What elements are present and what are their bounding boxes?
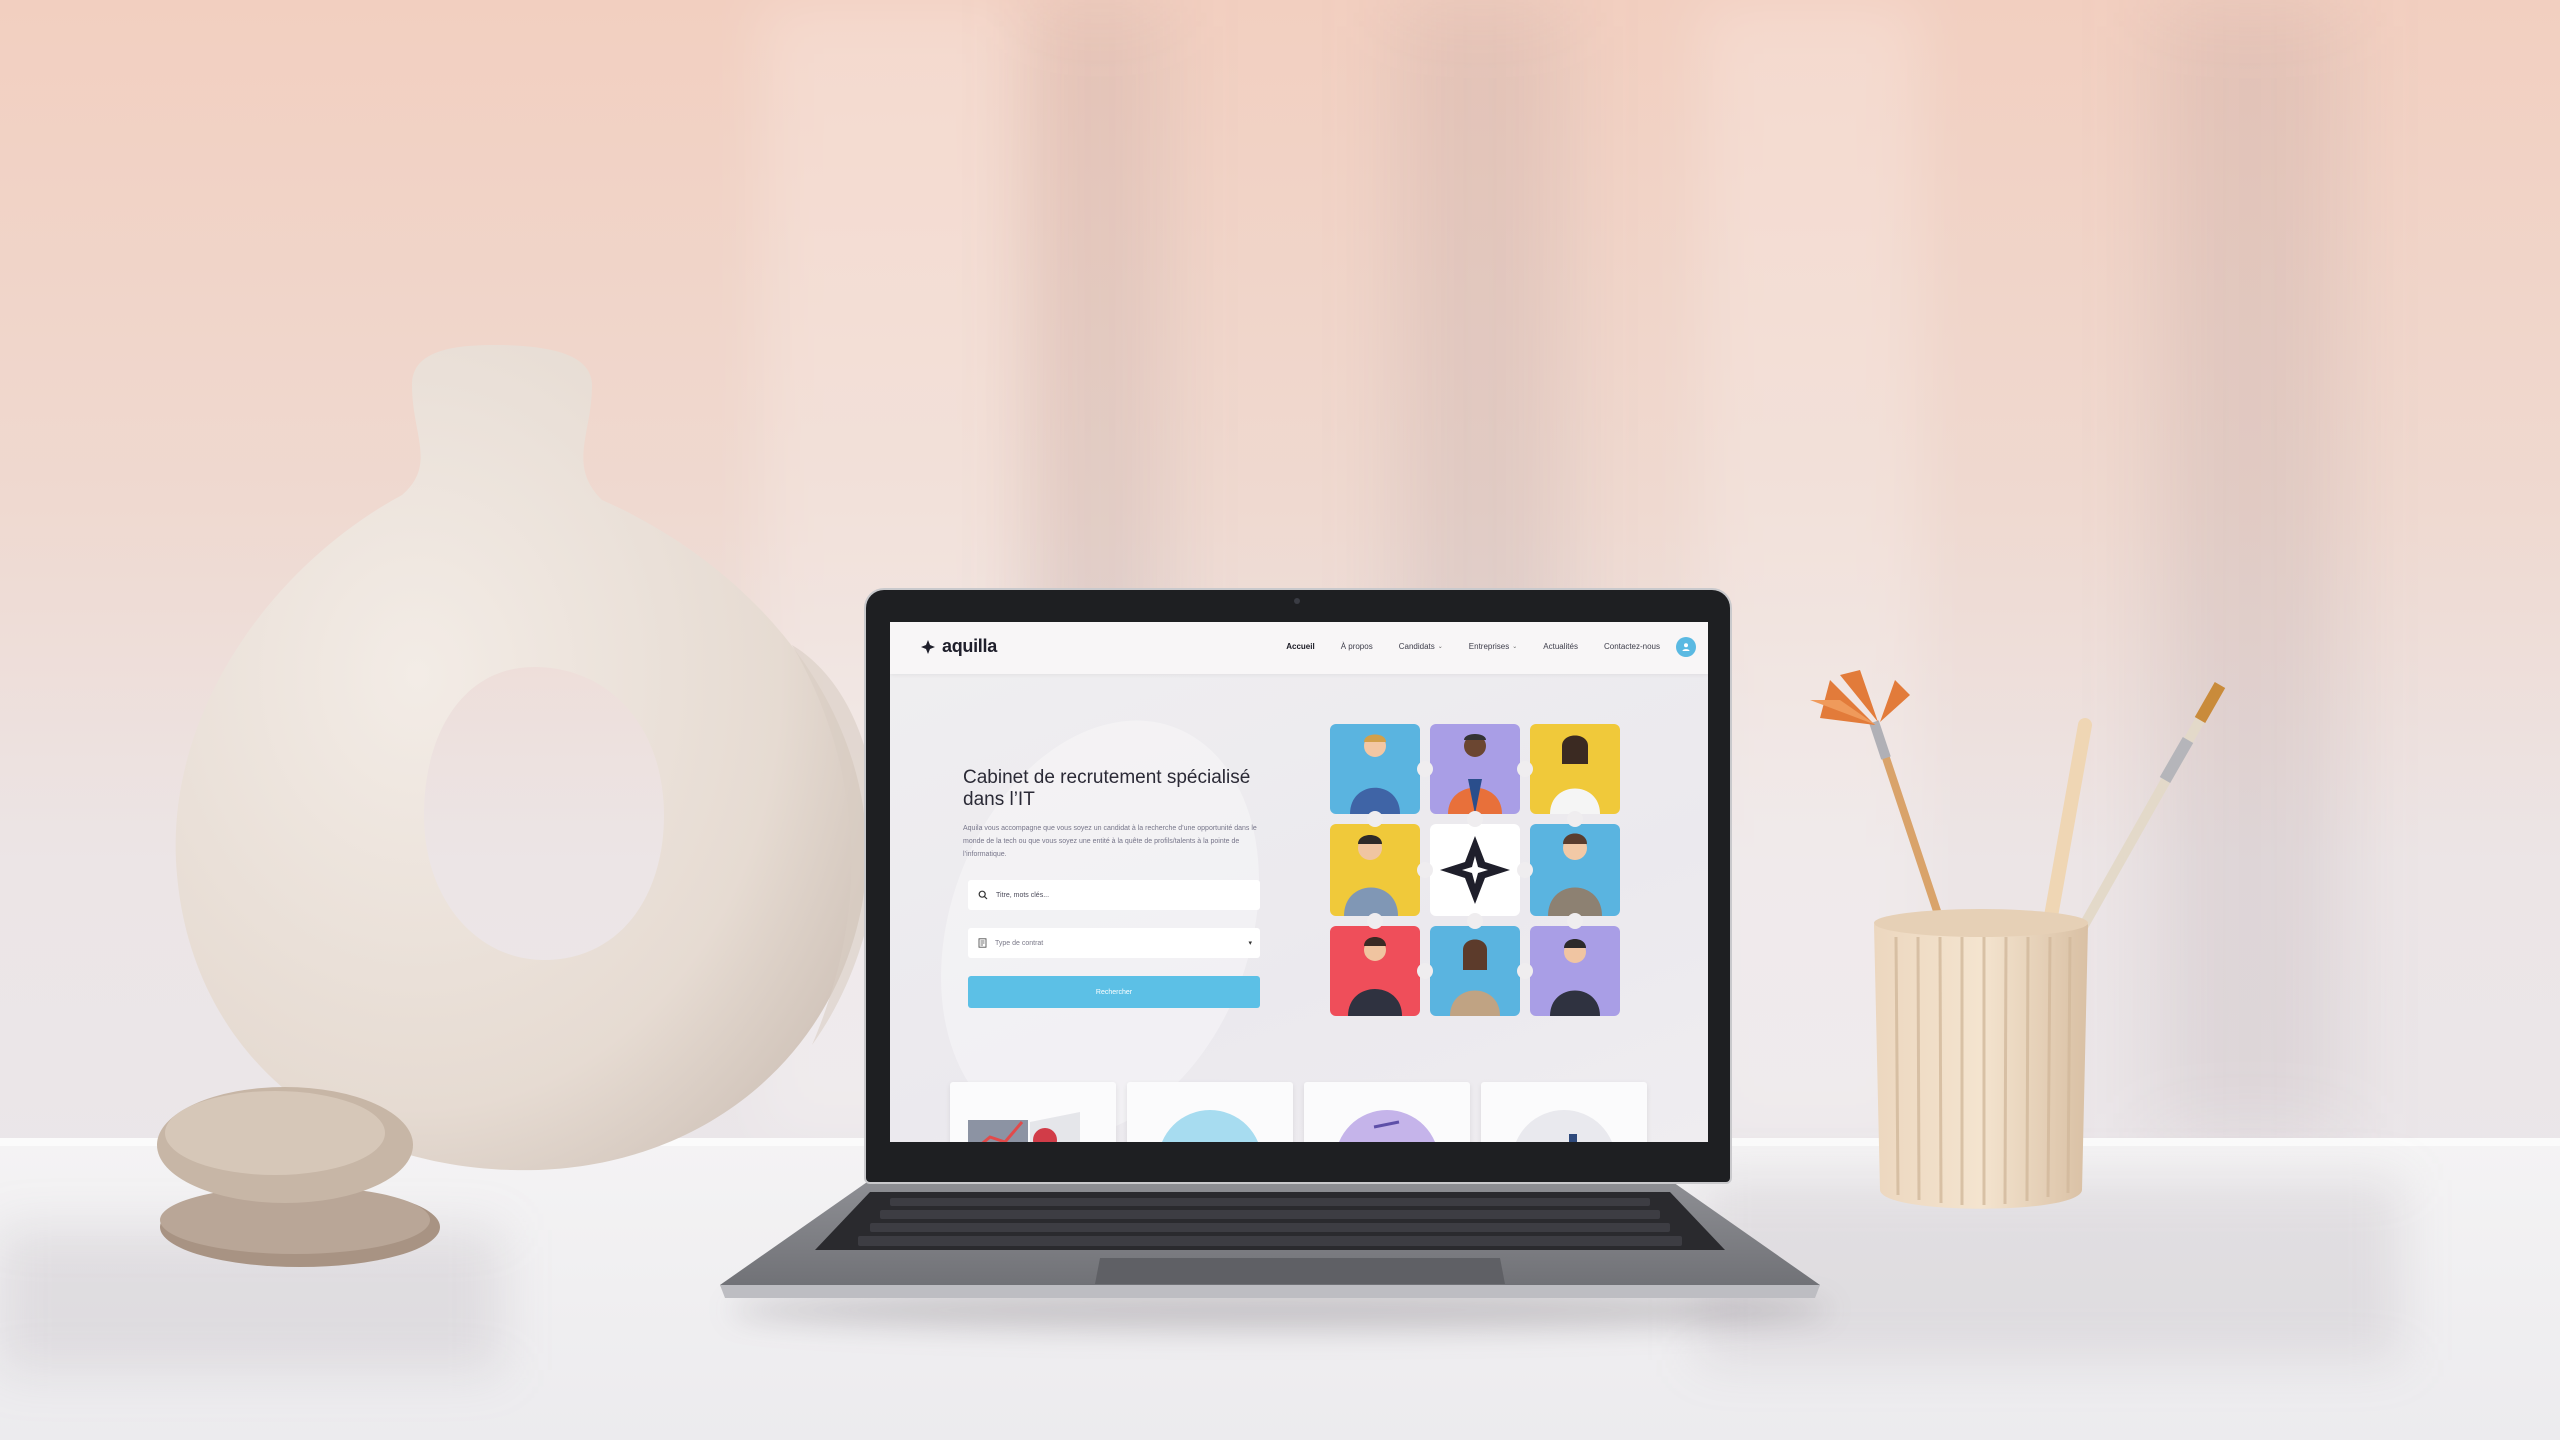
puzzle-piece-2 bbox=[1430, 724, 1520, 814]
circle-illustration bbox=[1516, 1110, 1612, 1142]
site-logo[interactable]: aquilla bbox=[920, 636, 997, 657]
ribbed-pen-pot bbox=[1874, 909, 2088, 1209]
document-icon bbox=[978, 938, 987, 948]
chart-illustration bbox=[968, 1112, 1080, 1142]
feature-card[interactable] bbox=[950, 1082, 1116, 1142]
puzzle-piece-6 bbox=[1530, 824, 1620, 916]
circle-illustration bbox=[1339, 1110, 1435, 1142]
puzzle-piece-7 bbox=[1330, 926, 1420, 1016]
laptop-base bbox=[720, 1180, 1820, 1298]
nav-candidats-label: Candidats bbox=[1398, 642, 1435, 651]
nav-a-propos[interactable]: À propos bbox=[1341, 642, 1373, 651]
user-icon bbox=[1682, 643, 1690, 651]
stacked-stones bbox=[157, 1087, 440, 1267]
nav-actualites[interactable]: Actualités bbox=[1543, 642, 1578, 651]
nav-candidats[interactable]: Candidats ⌄ bbox=[1399, 642, 1443, 651]
nav-contactez-nous[interactable]: Contactez-nous bbox=[1604, 642, 1660, 651]
search-icon bbox=[978, 890, 988, 900]
nav-entreprises-label: Entreprises bbox=[1468, 642, 1510, 651]
aquilla-logo-icon bbox=[921, 639, 935, 654]
hero-title: Cabinet de recrutement spécialisé dans l… bbox=[963, 766, 1251, 810]
puzzle-piece-5 bbox=[1430, 824, 1520, 916]
logo-text: aquilla bbox=[942, 636, 997, 656]
nav-accueil[interactable]: Accueil bbox=[1286, 642, 1314, 651]
search-placeholder: Titre, mots clés... bbox=[996, 891, 1050, 899]
website-viewport: aquilla Accueil À propos Candidats ⌄ Ent… bbox=[890, 622, 1708, 1142]
feature-card[interactable] bbox=[1481, 1082, 1647, 1142]
site-header: aquilla Accueil À propos Candidats ⌄ Ent… bbox=[890, 622, 1708, 674]
search-button[interactable]: Rechercher bbox=[968, 976, 1260, 1008]
chevron-down-icon: ⌄ bbox=[1512, 644, 1518, 650]
puzzle-piece-8 bbox=[1430, 926, 1520, 1016]
contract-type-select[interactable]: Type de contrat ▾ bbox=[968, 928, 1260, 958]
search-input[interactable]: Titre, mots clés... bbox=[968, 880, 1260, 910]
feature-card[interactable] bbox=[1304, 1082, 1470, 1142]
puzzle-piece-3 bbox=[1530, 724, 1620, 814]
puzzle-team-illustration bbox=[1330, 724, 1620, 1016]
puzzle-piece-9 bbox=[1530, 926, 1620, 1016]
webcam-icon bbox=[1294, 598, 1300, 604]
hero-description: Aquila vous accompagne que vous soyez un… bbox=[963, 825, 1257, 858]
circle-illustration bbox=[1162, 1110, 1258, 1142]
chevron-down-icon: ⌄ bbox=[1437, 644, 1443, 650]
puzzle-piece-1 bbox=[1330, 724, 1420, 814]
feature-cards-row bbox=[950, 1082, 1650, 1142]
user-account-button[interactable] bbox=[1676, 637, 1696, 657]
caret-down-icon: ▾ bbox=[1248, 939, 1252, 947]
main-navigation: Accueil À propos Candidats ⌄ Entreprises… bbox=[1286, 642, 1660, 651]
contract-type-placeholder: Type de contrat bbox=[995, 939, 1044, 947]
feature-card[interactable] bbox=[1127, 1082, 1293, 1142]
nav-entreprises[interactable]: Entreprises ⌄ bbox=[1469, 642, 1518, 651]
ring-vase bbox=[175, 345, 878, 1171]
puzzle-piece-4 bbox=[1330, 824, 1420, 916]
